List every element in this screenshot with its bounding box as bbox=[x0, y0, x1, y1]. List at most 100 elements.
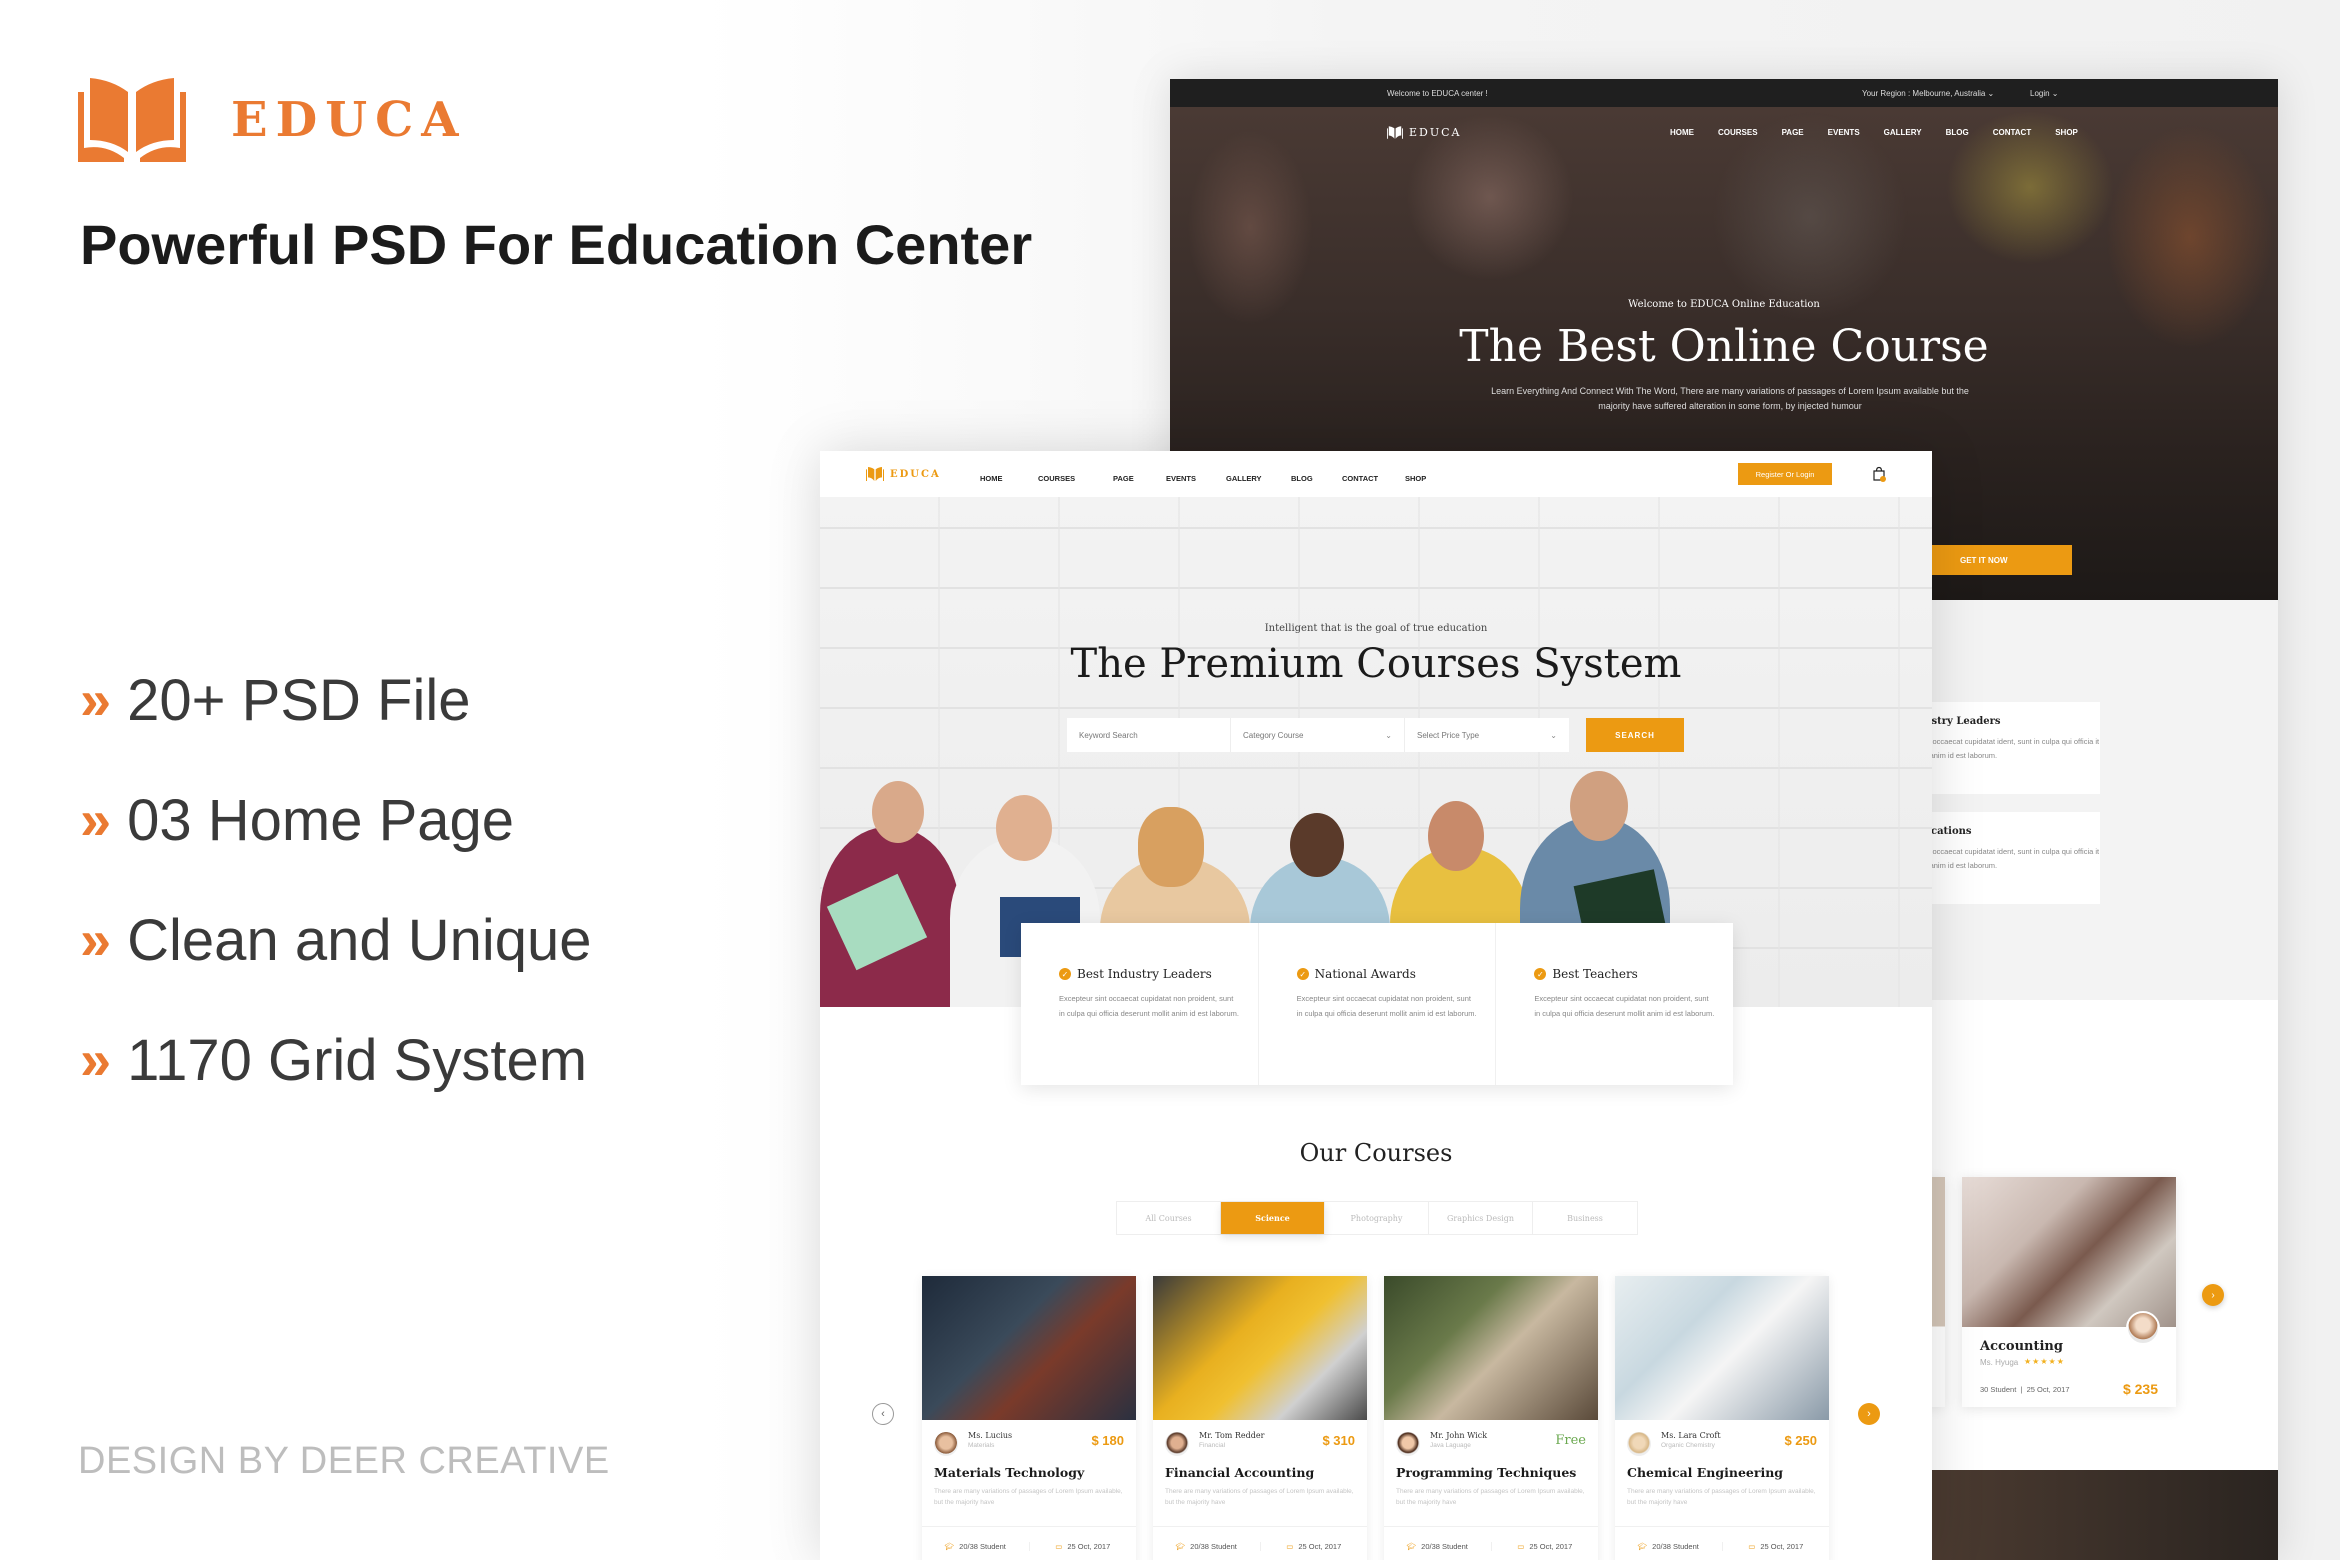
search-button[interactable]: SEARCH bbox=[1586, 718, 1684, 752]
course-date: 25 Oct, 2017 bbox=[2026, 1385, 2070, 1394]
carousel-next-arrow[interactable]: › bbox=[1858, 1403, 1880, 1425]
graduation-cap-icon: 🎓︎ bbox=[944, 1542, 955, 1551]
carousel-prev-arrow[interactable]: ‹ bbox=[872, 1403, 894, 1425]
back-nav-contact[interactable]: CONTACT bbox=[1993, 128, 2032, 137]
student-figure bbox=[1138, 807, 1204, 887]
instructor-name: Ms. Lara Croft bbox=[1661, 1431, 1721, 1440]
graduation-cap-icon: 🎓︎ bbox=[1406, 1542, 1417, 1551]
tab-graphics-design[interactable]: Graphics Design bbox=[1429, 1202, 1533, 1234]
check-circle-icon: ✓ bbox=[1296, 968, 1309, 980]
region-selector[interactable]: Your Region : Melbourne, Australia ⌄ bbox=[1862, 89, 1994, 98]
price-type-select[interactable]: Select Price Type ⌄ bbox=[1405, 718, 1569, 752]
student-figure bbox=[996, 795, 1052, 861]
course-meta: 30 Student | 25 Oct, 2017 bbox=[1980, 1385, 2070, 1394]
back-next-arrow[interactable]: › bbox=[2202, 1284, 2224, 1306]
instructor-avatar bbox=[1396, 1432, 1420, 1456]
highlight-item: ✓ National Awards Excepteur sint occaecat… bbox=[1259, 923, 1497, 1085]
back-course-card[interactable]: Accounting Ms. Hyuga ★★★★★ 30 Student | … bbox=[1962, 1177, 2176, 1407]
category-select[interactable]: Category Course ⌄ bbox=[1231, 718, 1405, 752]
back-logo[interactable]: EDUCA bbox=[1387, 126, 1461, 139]
instructor-avatar bbox=[1165, 1432, 1189, 1456]
back-nav-shop[interactable]: SHOP bbox=[2055, 128, 2078, 137]
front-nav: EDUCA HOME COURSES PAGE EVENTS GALLERY B… bbox=[820, 451, 1932, 497]
student-figure bbox=[1290, 813, 1344, 877]
brand-name: EDUCA bbox=[231, 92, 467, 148]
course-card[interactable]: Mr. Tom Redder Financial $ 310 Financial… bbox=[1153, 1276, 1367, 1560]
register-login-button[interactable]: Register Or Login bbox=[1738, 463, 1832, 485]
back-nav-events[interactable]: EVENTS bbox=[1828, 128, 1860, 137]
back-nav-gallery[interactable]: GALLERY bbox=[1884, 128, 1922, 137]
course-title[interactable]: Financial Accounting bbox=[1165, 1465, 1314, 1480]
instructor-role: Organic Chemistry bbox=[1661, 1442, 1715, 1449]
front-logo-text: EDUCA bbox=[890, 468, 941, 480]
tab-science[interactable]: Science bbox=[1221, 1202, 1325, 1234]
back-nav-courses[interactable]: COURSES bbox=[1718, 128, 1758, 137]
course-price: $ 180 bbox=[1091, 1433, 1124, 1448]
chevron-down-icon: ⌄ bbox=[1550, 730, 1557, 740]
instructor-role: Java Laguage bbox=[1430, 1442, 1471, 1449]
nav-gallery[interactable]: GALLERY bbox=[1226, 474, 1262, 483]
back-feature-text: ur sint occaecat cupidatat ident, sunt i… bbox=[1910, 847, 2100, 870]
course-footer: 🎓︎ 20/38 Student ▭ 25 Oct, 2017 bbox=[1153, 1526, 1367, 1560]
nav-contact[interactable]: CONTACT bbox=[1342, 474, 1378, 483]
back-nav: EDUCA HOME COURSES PAGE EVENTS GALLERY B… bbox=[1170, 117, 2278, 147]
highlight-text: Excepteur sint occaecat cupidatat non pr… bbox=[1059, 994, 1239, 1018]
course-description: There are many variations of passages of… bbox=[1165, 1488, 1354, 1506]
nav-events[interactable]: EVENTS bbox=[1166, 474, 1196, 483]
brand: EDUCA bbox=[78, 78, 467, 162]
price-placeholder: Select Price Type bbox=[1417, 730, 1480, 740]
nav-page[interactable]: PAGE bbox=[1113, 474, 1134, 483]
keyword-search-input[interactable]: Keyword Search bbox=[1067, 718, 1231, 752]
course-footer: 🎓︎ 20/38 Student ▭ 25 Oct, 2017 bbox=[922, 1526, 1136, 1560]
student-figure bbox=[872, 781, 924, 843]
highlight-item: ✓ Best Industry Leaders Excepteur sint oc… bbox=[1021, 923, 1259, 1085]
back-nav-page[interactable]: PAGE bbox=[1782, 128, 1804, 137]
front-logo[interactable]: EDUCA bbox=[866, 467, 941, 481]
course-description: There are many variations of passages of… bbox=[1396, 1488, 1585, 1506]
back-nav-blog[interactable]: BLOG bbox=[1946, 128, 1969, 137]
nav-home[interactable]: HOME bbox=[980, 474, 1003, 483]
calendar-icon: ▭ bbox=[1748, 1542, 1756, 1551]
double-chevron-icon: » bbox=[80, 668, 112, 731]
back-feature-title: l Locations bbox=[1910, 826, 1972, 837]
open-book-icon bbox=[1387, 125, 1403, 139]
back-hero-title: The Best Online Course bbox=[1459, 321, 1989, 372]
feature-item: » 03 Home Page bbox=[80, 760, 592, 880]
tab-business[interactable]: Business bbox=[1533, 1202, 1637, 1234]
course-title[interactable]: Materials Technology bbox=[934, 1465, 1084, 1480]
tagline: Powerful PSD For Education Center bbox=[80, 213, 1033, 276]
nav-courses[interactable]: COURSES bbox=[1038, 474, 1075, 483]
course-card[interactable]: Ms. Lara Croft Organic Chemistry $ 250 C… bbox=[1615, 1276, 1829, 1560]
nav-blog[interactable]: BLOG bbox=[1291, 474, 1313, 483]
course-date: 25 Oct, 2017 bbox=[1529, 1542, 1573, 1551]
course-card[interactable]: Mr. John Wick Java Laguage Free Programm… bbox=[1384, 1276, 1598, 1560]
tab-all-courses[interactable]: All Courses bbox=[1117, 1202, 1221, 1234]
feature-label: 03 Home Page bbox=[127, 787, 515, 853]
login-dropdown[interactable]: Login ⌄ bbox=[2030, 89, 2059, 98]
feature-label: 1170 Grid System bbox=[127, 1027, 588, 1093]
course-title[interactable]: Programming Techniques bbox=[1396, 1465, 1576, 1480]
course-search-bar: Keyword Search Category Course ⌄ Select P… bbox=[1067, 718, 1684, 752]
nav-shop[interactable]: SHOP bbox=[1405, 474, 1426, 483]
back-hero-welcome: Welcome to EDUCA Online Education bbox=[1628, 299, 1820, 310]
courses-section-title: Our Courses bbox=[1299, 1139, 1453, 1167]
rating-stars: ★★★★★ bbox=[2024, 1357, 2065, 1366]
shopping-bag-icon[interactable] bbox=[1872, 466, 1886, 482]
check-circle-icon: ✓ bbox=[1059, 968, 1071, 980]
course-image bbox=[1153, 1276, 1367, 1420]
student-count: 20/38 Student bbox=[1190, 1542, 1237, 1551]
instructor-name: Mr. Tom Redder bbox=[1199, 1431, 1265, 1440]
back-nav-home[interactable]: HOME bbox=[1670, 128, 1694, 137]
highlight-title: National Awards bbox=[1314, 967, 1416, 981]
course-card[interactable]: Ms. Lucius Materials $ 180 Materials Tec… bbox=[922, 1276, 1136, 1560]
feature-item: » 20+ PSD File bbox=[80, 640, 592, 760]
chevron-down-icon: ⌄ bbox=[1385, 730, 1392, 740]
course-footer: 🎓︎ 20/38 Student ▭ 25 Oct, 2017 bbox=[1384, 1526, 1598, 1560]
instructor-avatar bbox=[1627, 1432, 1651, 1456]
tab-photography[interactable]: Photography bbox=[1325, 1202, 1429, 1234]
course-title[interactable]: Chemical Engineering bbox=[1627, 1465, 1783, 1480]
course-price: $ 310 bbox=[1322, 1433, 1355, 1448]
get-it-now-button[interactable]: GET IT NOW bbox=[1932, 545, 2072, 575]
back-logo-text: EDUCA bbox=[1409, 125, 1462, 139]
back-menu: HOME COURSES PAGE EVENTS GALLERY BLOG CO… bbox=[1670, 128, 2078, 137]
